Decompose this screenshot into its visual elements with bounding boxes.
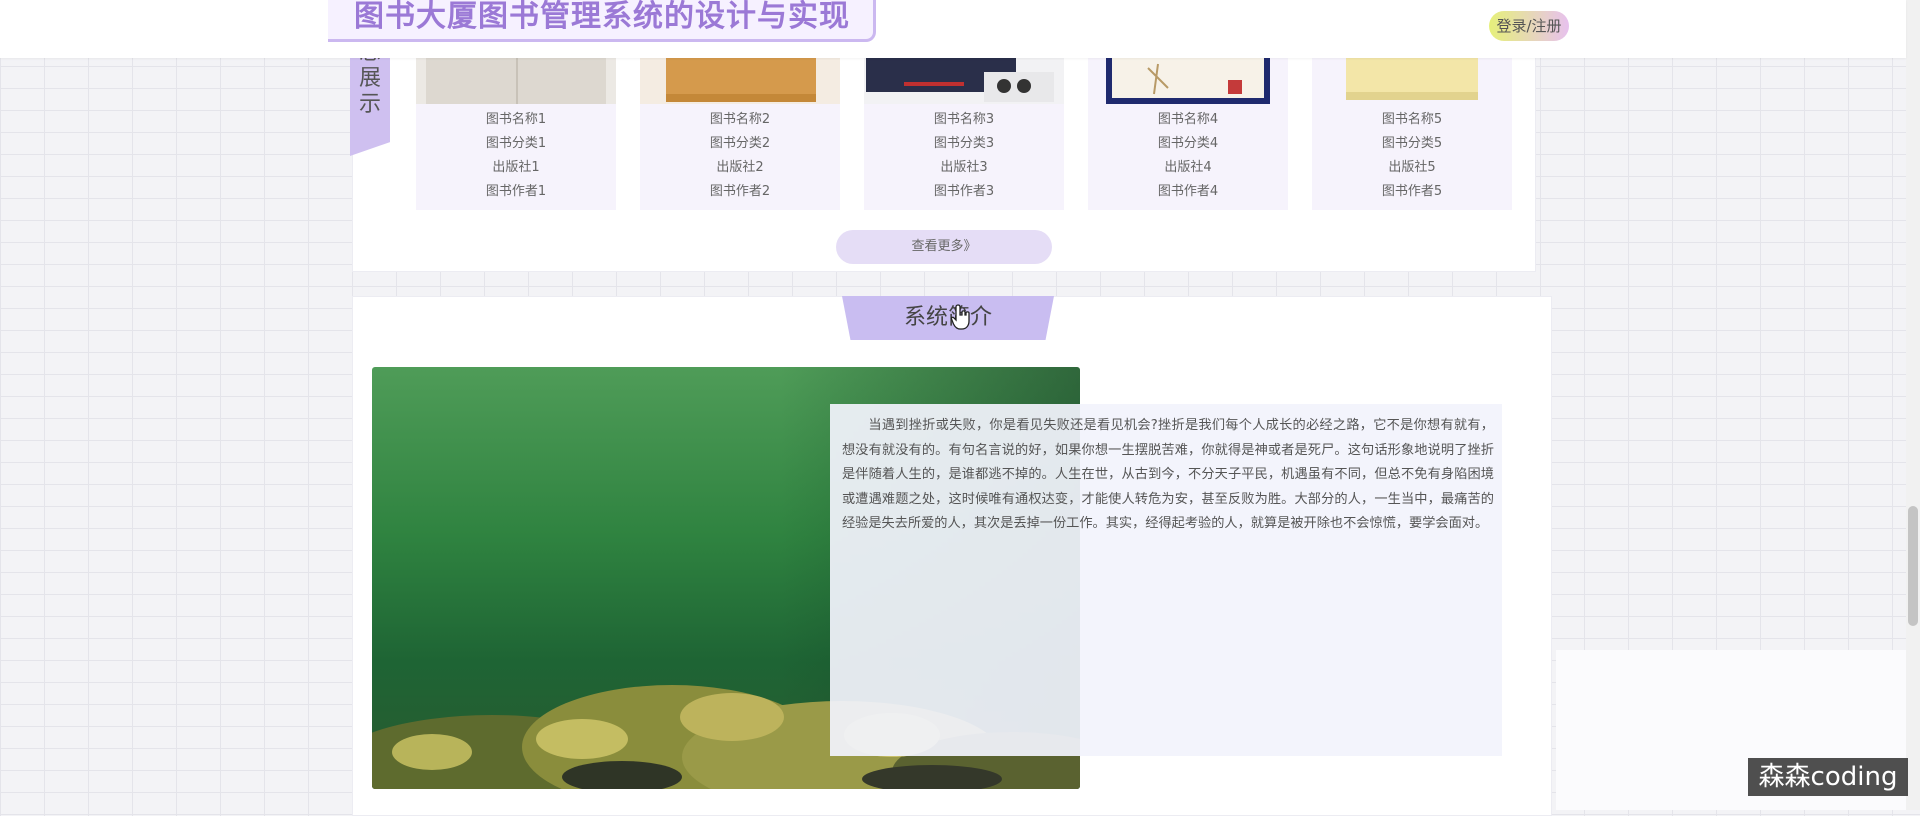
book-name: 图书名称4 [1157, 112, 1219, 127]
site-title-badge: 图书大厦图书管理系统的设计与实现 [328, 0, 876, 42]
intro-text-box: 当遇到挫折或失败，你是看见失败还是看见机会?挫折是我们每个人成长的必经之路，它不… [830, 404, 1502, 756]
top-navbar: 图书大厦图书管理系统的设计与实现 登录/注册 [0, 0, 1906, 58]
book-author: 图书作者4 [1157, 184, 1219, 199]
hand-cursor-icon [950, 304, 970, 330]
side-label-char-2: 展 [358, 66, 381, 91]
site-title: 图书大厦图书管理系统的设计与实现 [354, 0, 850, 34]
book-name: 图书名称5 [1381, 112, 1443, 127]
book-card-1[interactable]: 图书名称1 图书分类1 出版社1 图书作者1 [416, 58, 616, 210]
book-card-4[interactable]: 图书名称4 图书分类4 出版社4 图书作者4 [1088, 58, 1288, 210]
book-cover-image [1312, 58, 1512, 104]
book-publisher: 出版社4 [1164, 160, 1212, 175]
book-card-5[interactable]: 图书名称5 图书分类5 出版社5 图书作者5 [1312, 58, 1512, 210]
book-author: 图书作者5 [1381, 184, 1443, 199]
book-cover-image [416, 58, 616, 104]
book-cover-image [640, 58, 840, 104]
book-name: 图书名称2 [709, 112, 771, 127]
view-more-button[interactable]: 查看更多》 [836, 230, 1052, 264]
book-publisher: 出版社2 [716, 160, 764, 175]
page-scrollbar[interactable] [1906, 0, 1920, 810]
login-register-button[interactable]: 登录/注册 [1489, 11, 1569, 41]
book-category: 图书分类3 [933, 136, 995, 151]
book-category: 图书分类4 [1157, 136, 1219, 151]
book-author: 图书作者3 [933, 184, 995, 199]
book-card-2[interactable]: 图书名称2 图书分类2 出版社2 图书作者2 [640, 58, 840, 210]
book-publisher: 出版社5 [1388, 160, 1436, 175]
book-category: 图书分类1 [485, 136, 547, 151]
side-label-char-3: 示 [358, 92, 381, 117]
book-author: 图书作者2 [709, 184, 771, 199]
scrollbar-thumb[interactable] [1908, 506, 1918, 626]
book-name: 图书名称3 [933, 112, 995, 127]
book-publisher: 出版社1 [492, 160, 540, 175]
book-publisher: 出版社3 [940, 160, 988, 175]
watermark-label: 森森coding [1748, 758, 1908, 796]
book-card-3[interactable]: 图书名称3 图书分类3 出版社3 图书作者3 [864, 58, 1064, 210]
book-category: 图书分类5 [1381, 136, 1443, 151]
book-category: 图书分类2 [709, 136, 771, 151]
book-name: 图书名称1 [485, 112, 547, 127]
intro-paragraph: 当遇到挫折或失败，你是看见失败还是看见机会?挫折是我们每个人成长的必经之路，它不… [842, 418, 1494, 531]
book-cover-image [864, 58, 1064, 104]
book-cover-image [1088, 58, 1288, 104]
system-intro-title: 系统简介 [842, 296, 1054, 340]
book-author: 图书作者1 [485, 184, 547, 199]
